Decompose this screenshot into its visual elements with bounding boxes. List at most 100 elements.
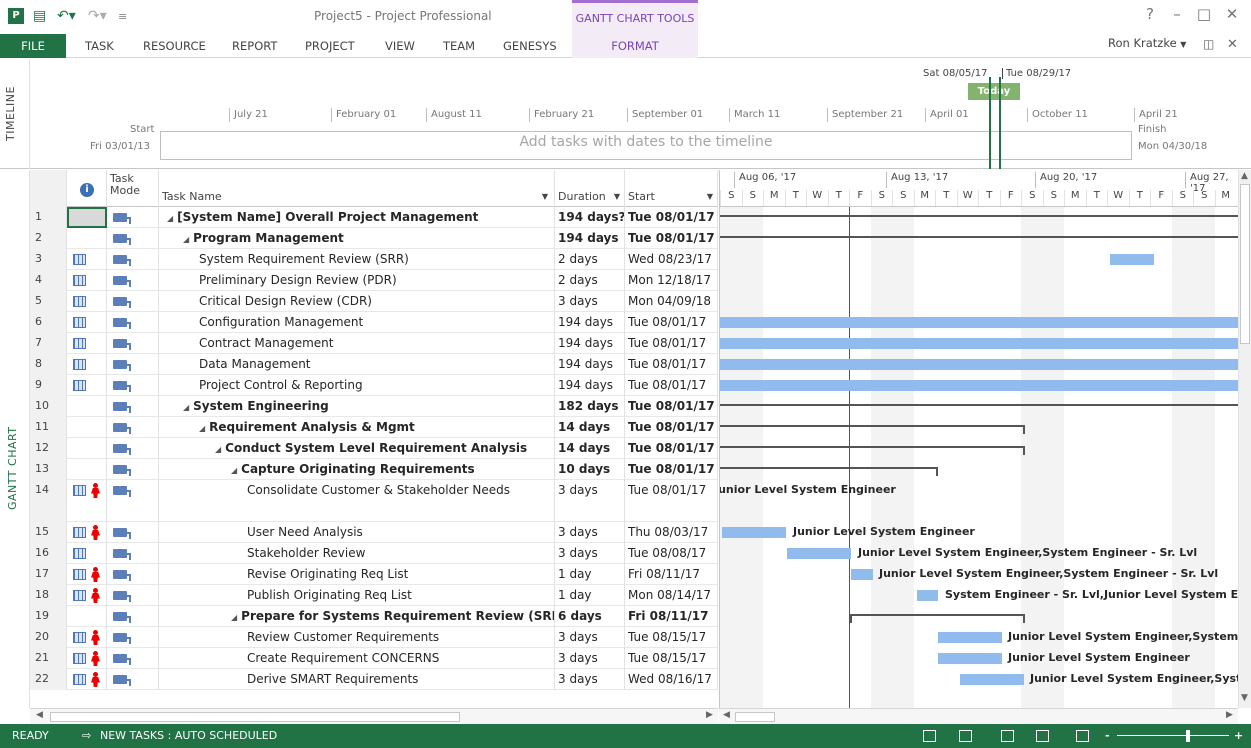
table-row[interactable]: 22 Derive SMART Requirements 3 days Wed 08/…: [30, 669, 718, 690]
duration-cell[interactable]: 3 days: [555, 480, 625, 522]
task-mode-header[interactable]: Task Mode: [107, 170, 159, 207]
summary-bar[interactable]: [850, 614, 1025, 616]
row-id[interactable]: 11: [30, 417, 67, 438]
task-bar[interactable]: [938, 653, 1002, 664]
duration-cell[interactable]: 14 days: [555, 417, 625, 438]
task-mode-cell[interactable]: [107, 417, 159, 438]
timeline-view-start-line[interactable]: [989, 77, 991, 169]
start-cell[interactable]: Wed 08/16/17: [625, 669, 718, 690]
task-name-cell[interactable]: ◢ System Engineering: [159, 396, 555, 417]
tab-report[interactable]: REPORT: [232, 34, 277, 58]
table-row[interactable]: 1 ◢ [System Name] Overall Project Manageme…: [30, 207, 718, 228]
task-mode-cell[interactable]: [107, 648, 159, 669]
summary-bar[interactable]: [720, 404, 1238, 406]
table-row[interactable]: 15 User Need Analysis 3 days Thu 08/03/17: [30, 522, 718, 543]
task-bar[interactable]: [851, 569, 873, 580]
task-mode-cell[interactable]: [107, 585, 159, 606]
table-row[interactable]: 8 Data Management 194 days Tue 08/01/17: [30, 354, 718, 375]
row-id[interactable]: 7: [30, 333, 67, 354]
duration-cell[interactable]: 3 days: [555, 543, 625, 564]
task-name-cell[interactable]: Configuration Management: [159, 312, 555, 333]
duration-cell[interactable]: 10 days: [555, 459, 625, 480]
tab-format[interactable]: FORMAT: [572, 34, 698, 58]
start-cell[interactable]: Tue 08/01/17: [625, 312, 718, 333]
task-bar[interactable]: [720, 317, 1238, 328]
duration-cell[interactable]: 1 day: [555, 564, 625, 585]
task-name-cell[interactable]: Consolidate Customer & Stakeholder Needs: [159, 480, 555, 522]
start-cell[interactable]: Tue 08/01/17: [625, 438, 718, 459]
row-id[interactable]: 6: [30, 312, 67, 333]
task-name-cell[interactable]: ◢ Conduct System Level Requirement Analys…: [159, 438, 555, 459]
task-name-cell[interactable]: User Need Analysis: [159, 522, 555, 543]
summary-end[interactable]: [1023, 446, 1025, 455]
table-row[interactable]: 14 Consolidate Customer & Stakeholder Nee…: [30, 480, 718, 522]
start-cell[interactable]: Tue 08/01/17: [625, 354, 718, 375]
help-icon[interactable]: ?: [1140, 5, 1160, 23]
grid-horizontal-scrollbar[interactable]: ◀ ▶: [30, 708, 718, 724]
user-account[interactable]: Ron Kratzke ▼: [1108, 36, 1186, 50]
task-mode-cell[interactable]: [107, 480, 159, 522]
task-name-cell[interactable]: System Requirement Review (SRR): [159, 249, 555, 270]
summary-bar[interactable]: [720, 467, 938, 469]
start-cell[interactable]: Tue 08/01/17: [625, 417, 718, 438]
collapse-icon[interactable]: ◢: [167, 214, 173, 223]
row-id[interactable]: 22: [30, 669, 67, 690]
duration-cell[interactable]: 194 days: [555, 333, 625, 354]
task-name-cell[interactable]: ◢ Program Management: [159, 228, 555, 249]
duration-cell[interactable]: 14 days: [555, 438, 625, 459]
table-row[interactable]: 19 ◢ Prepare for Systems Requirement Revie…: [30, 606, 718, 627]
row-id[interactable]: 10: [30, 396, 67, 417]
row-id[interactable]: 3: [30, 249, 67, 270]
close-project-icon[interactable]: ✕: [1227, 37, 1238, 52]
task-mode-cell[interactable]: [107, 543, 159, 564]
row-id[interactable]: 12: [30, 438, 67, 459]
task-name-cell[interactable]: Data Management: [159, 354, 555, 375]
scroll-left-icon[interactable]: ◀: [36, 710, 43, 720]
vertical-scrollbar[interactable]: ▲ ▼: [1238, 170, 1251, 708]
scroll-right-icon[interactable]: ▶: [706, 710, 713, 720]
task-mode-cell[interactable]: [107, 522, 159, 543]
start-cell[interactable]: Tue 08/01/17: [625, 480, 718, 522]
start-header[interactable]: Start ▼: [625, 170, 718, 207]
task-name-cell[interactable]: Project Control & Reporting: [159, 375, 555, 396]
start-cell[interactable]: Tue 08/01/17: [625, 228, 718, 249]
restore-icon[interactable]: □: [1194, 5, 1214, 23]
task-mode-cell[interactable]: [107, 228, 159, 249]
task-mode-cell[interactable]: [107, 333, 159, 354]
duration-cell[interactable]: 194 days: [555, 228, 625, 249]
duration-cell[interactable]: 3 days: [555, 669, 625, 690]
status-task-mode[interactable]: NEW TASKS : AUTO SCHEDULED: [100, 724, 277, 748]
scroll-thumb[interactable]: [1240, 184, 1250, 344]
row-id[interactable]: 8: [30, 354, 67, 375]
task-name-cell[interactable]: ◢ Prepare for Systems Requirement Review …: [159, 606, 555, 627]
collapse-icon[interactable]: ◢: [231, 613, 237, 622]
task-name-cell[interactable]: Create Requirement CONCERNS: [159, 648, 555, 669]
task-bar[interactable]: [720, 338, 1238, 349]
tab-resource[interactable]: RESOURCE: [143, 34, 206, 58]
task-bar[interactable]: [720, 359, 1238, 370]
task-bar[interactable]: [960, 674, 1024, 685]
tab-project[interactable]: PROJECT: [305, 34, 355, 58]
row-id[interactable]: 15: [30, 522, 67, 543]
duration-header[interactable]: Duration ▼: [555, 170, 625, 207]
task-mode-cell[interactable]: [107, 207, 159, 228]
row-id[interactable]: 17: [30, 564, 67, 585]
report-icon[interactable]: [1076, 730, 1089, 742]
task-bar[interactable]: [938, 632, 1002, 643]
zoom-out-icon[interactable]: -: [1105, 724, 1110, 748]
tab-view[interactable]: VIEW: [385, 34, 415, 58]
table-row[interactable]: 11 ◢ Requirement Analysis & Mgmt 14 days Tue…: [30, 417, 718, 438]
table-row[interactable]: 20 Review Customer Requirements 3 days Tue …: [30, 627, 718, 648]
task-name-header[interactable]: Task Name ▼: [159, 170, 555, 207]
table-row[interactable]: 17 Revise Originating Req List 1 day Fri 08…: [30, 564, 718, 585]
task-mode-cell[interactable]: [107, 249, 159, 270]
zoom-in-icon[interactable]: +: [1234, 724, 1243, 748]
task-mode-cell[interactable]: [107, 606, 159, 627]
start-cell[interactable]: Tue 08/01/17: [625, 207, 718, 228]
start-cell[interactable]: Tue 08/01/17: [625, 396, 718, 417]
scroll-thumb[interactable]: [50, 712, 460, 722]
task-mode-cell[interactable]: [107, 438, 159, 459]
row-id[interactable]: 1: [30, 207, 67, 228]
gantt-view-icon[interactable]: [923, 730, 936, 742]
task-mode-icon[interactable]: ⇨: [82, 724, 91, 748]
